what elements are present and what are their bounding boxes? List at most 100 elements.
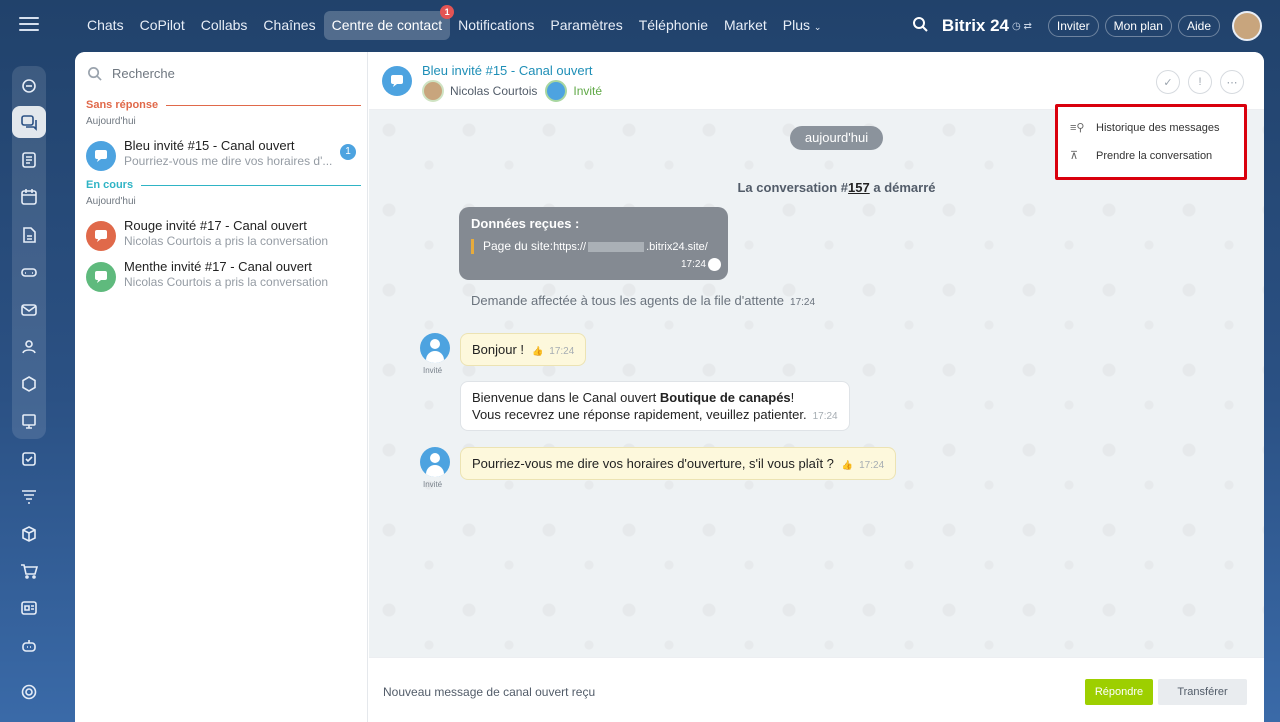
operator-avatar[interactable] bbox=[422, 80, 444, 102]
sidebar-item-shop[interactable] bbox=[12, 555, 46, 587]
page-label: Page du site: bbox=[483, 239, 554, 253]
welcome-text-2: Vous recevrez une réponse rapidement, ve… bbox=[472, 407, 807, 422]
unread-counter: 1 bbox=[340, 144, 356, 160]
tab-channels[interactable]: Chaînes bbox=[255, 11, 323, 40]
finish-check-icon[interactable]: ✓ bbox=[1156, 70, 1180, 94]
search-icon[interactable] bbox=[912, 16, 928, 37]
sidebar-item-calendar[interactable] bbox=[12, 181, 46, 213]
welcome-suffix: ! bbox=[790, 390, 795, 405]
guest-avatar[interactable] bbox=[420, 447, 450, 477]
tab-copilot[interactable]: CoPilot bbox=[132, 11, 193, 40]
conversation-number-link[interactable]: 157 bbox=[848, 180, 870, 195]
tab-more[interactable]: Plus ⌄ bbox=[775, 11, 830, 40]
sidebar-item-crm[interactable] bbox=[12, 368, 46, 400]
list-item[interactable]: Menthe invité #17 - Canal ouvert Nicolas… bbox=[75, 259, 368, 299]
reply-button[interactable]: Répondre bbox=[1085, 679, 1153, 705]
team-icon bbox=[22, 340, 36, 354]
tab-notifications[interactable]: Notifications bbox=[450, 11, 542, 40]
welcome-prefix: Bienvenue dans le Canal ouvert bbox=[472, 390, 660, 405]
section-in-progress: En cours bbox=[86, 179, 361, 191]
sidebar-item-drive[interactable] bbox=[12, 256, 46, 288]
chat-icon bbox=[21, 115, 37, 131]
conversation-started-prefix: La conversation # bbox=[737, 180, 849, 195]
sidebar-item-tasks[interactable] bbox=[12, 443, 46, 475]
recent-search-placeholder: Recherche bbox=[112, 66, 175, 81]
sidebar-item-copilot[interactable] bbox=[12, 630, 46, 662]
chat-title[interactable]: Bleu invité #15 - Canal ouvert bbox=[422, 63, 593, 78]
chat-bubble-icon bbox=[95, 271, 107, 283]
list-item-subtitle: Nicolas Courtois a pris la conversation bbox=[124, 275, 329, 289]
sidebar-item-funnel[interactable] bbox=[12, 480, 46, 512]
sidebar-item-settings[interactable] bbox=[12, 676, 46, 708]
invite-button[interactable]: Inviter bbox=[1047, 15, 1099, 37]
user-avatar[interactable] bbox=[1232, 11, 1262, 41]
tab-collabs[interactable]: Collabs bbox=[193, 11, 256, 40]
funnel-icon bbox=[22, 490, 36, 504]
like-icon[interactable]: 👍 bbox=[842, 460, 853, 470]
tab-telephony[interactable]: Téléphonie bbox=[631, 11, 716, 40]
feed-icon bbox=[22, 79, 36, 93]
message-bubble[interactable]: Bienvenue dans le Canal ouvert Boutique … bbox=[460, 381, 850, 431]
sidebar-item-docs[interactable] bbox=[12, 144, 46, 176]
section-in-progress-title: En cours bbox=[86, 179, 134, 191]
task-icon bbox=[22, 452, 36, 466]
guest-label: Invité bbox=[423, 366, 443, 375]
list-item[interactable]: Bleu invité #15 - Canal ouvert Pourriez-… bbox=[75, 138, 368, 178]
welcome-line-2: Vous recevrez une réponse rapidement, ve… bbox=[472, 406, 838, 425]
sidebar-item-team[interactable] bbox=[12, 331, 46, 363]
guest-name[interactable]: Invité bbox=[573, 84, 602, 98]
sidebar-item-mail[interactable] bbox=[12, 294, 46, 326]
transfer-button[interactable]: Transférer bbox=[1158, 679, 1247, 705]
guest-avatar[interactable] bbox=[545, 80, 568, 102]
more-dots-icon[interactable]: ⋯ bbox=[1220, 70, 1244, 94]
sidebar-item-sites[interactable] bbox=[12, 592, 46, 624]
drive-icon bbox=[21, 268, 37, 277]
menu-item-take[interactable]: ⊼ Prendre la conversation bbox=[1070, 149, 1212, 163]
sidebar-item-inventory[interactable] bbox=[12, 518, 46, 550]
tab-contact-center-label: Centre de contact bbox=[331, 17, 443, 33]
my-plan-button[interactable]: Mon plan bbox=[1104, 15, 1172, 37]
like-icon[interactable]: 👍 bbox=[532, 346, 543, 356]
tab-more-label: Plus bbox=[782, 17, 811, 33]
list-item-title: Rouge invité #17 - Canal ouvert bbox=[124, 218, 307, 233]
history-icon: ≡⚲ bbox=[1070, 122, 1085, 134]
url-start[interactable]: https:// bbox=[553, 241, 586, 253]
recent-search[interactable]: Recherche bbox=[87, 66, 175, 81]
list-item[interactable]: Rouge invité #17 - Canal ouvert Nicolas … bbox=[75, 218, 368, 258]
menu-item-history[interactable]: ≡⚲ Historique des messages bbox=[1070, 121, 1220, 135]
brand-logo[interactable]: Bitrix 24 bbox=[942, 16, 1009, 36]
sidebar-item-feed[interactable] bbox=[12, 70, 46, 102]
document-icon bbox=[22, 152, 36, 168]
sidebar-item-files[interactable] bbox=[12, 219, 46, 251]
tab-chats[interactable]: Chats bbox=[79, 11, 132, 40]
gear-icon bbox=[21, 684, 37, 700]
url-end[interactable]: .bitrix24.site/ bbox=[646, 241, 708, 253]
tab-settings[interactable]: Paramètres bbox=[542, 11, 630, 40]
search-icon bbox=[88, 67, 102, 81]
tab-contact-center[interactable]: Centre de contact 1 bbox=[323, 5, 455, 40]
guest-label: Invité bbox=[423, 480, 443, 489]
redacted-block bbox=[588, 241, 645, 252]
cart-icon bbox=[21, 564, 38, 579]
guest-avatar[interactable] bbox=[420, 333, 450, 363]
message-bubble[interactable]: Bonjour ! 👍 17:24 bbox=[460, 333, 587, 366]
message-time: 17:24 bbox=[680, 259, 706, 270]
chat-bubble-icon bbox=[95, 150, 107, 162]
chat-avatar bbox=[382, 66, 412, 96]
divider bbox=[166, 104, 361, 106]
sidebar-item-chats[interactable] bbox=[12, 106, 46, 138]
list-item-subtitle: Pourriez-vous me dire vos horaires d'... bbox=[124, 154, 333, 168]
tab-market[interactable]: Market bbox=[716, 11, 775, 40]
help-button[interactable]: Aide bbox=[1177, 15, 1220, 37]
sidebar-item-contact-center[interactable] bbox=[12, 406, 46, 438]
info-icon[interactable]: ! bbox=[1188, 70, 1212, 94]
message-text: Bonjour ! bbox=[472, 342, 525, 357]
chat-avatar bbox=[86, 221, 116, 251]
message-bubble[interactable]: Pourriez-vous me dire vos horaires d'ouv… bbox=[460, 447, 897, 480]
welcome-line-1: Bienvenue dans le Canal ouvert Boutique … bbox=[472, 389, 838, 406]
hamburger-menu-icon[interactable] bbox=[19, 17, 39, 33]
contact-center-icon bbox=[22, 414, 36, 429]
message-time: 17:24 bbox=[549, 346, 575, 357]
chat-avatar bbox=[86, 141, 116, 171]
operator-name[interactable]: Nicolas Courtois bbox=[450, 84, 537, 98]
